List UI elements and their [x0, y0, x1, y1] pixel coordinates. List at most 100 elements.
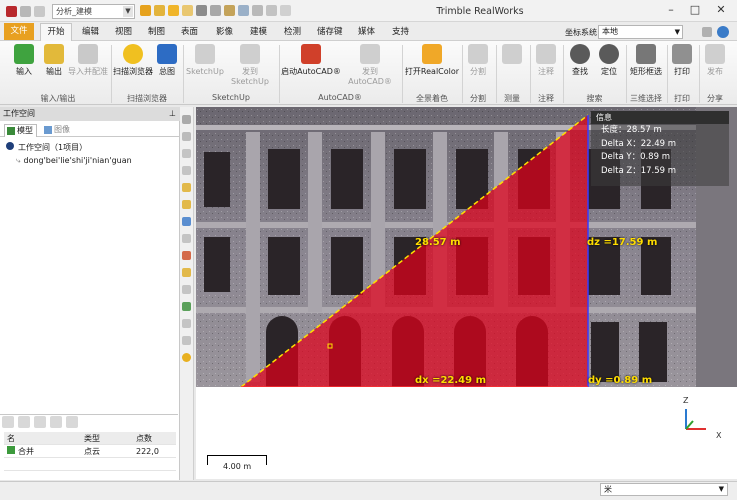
- sun-icon[interactable]: [182, 353, 191, 362]
- quick-workflow-select[interactable]: 分析_建模 ▼: [52, 4, 135, 19]
- import-register-button[interactable]: 导入并配准: [66, 44, 110, 77]
- scan-explorer-button[interactable]: 扫描浏览器: [113, 44, 153, 77]
- rectangle-select-button[interactable]: 矩形框选: [628, 44, 664, 77]
- project-icon: ⤷: [16, 156, 21, 165]
- find-label: 查找: [572, 67, 588, 76]
- settings-icon[interactable]: [66, 416, 78, 428]
- tab-file[interactable]: 文件: [4, 23, 34, 40]
- table-row[interactable]: 合并 点云 222,0: [4, 445, 176, 458]
- save-icon[interactable]: [196, 5, 207, 16]
- undo-icon[interactable]: [20, 5, 31, 17]
- tab-home[interactable]: 开始: [40, 23, 72, 42]
- measure-tool-icon[interactable]: [182, 319, 191, 328]
- cut-icon[interactable]: [238, 5, 249, 16]
- column: [246, 132, 260, 382]
- tab-inspection[interactable]: 检测: [284, 25, 301, 37]
- minimize-icon[interactable]: –: [660, 2, 682, 18]
- print-icon[interactable]: [224, 5, 235, 16]
- chevron-down-icon: ▼: [718, 485, 724, 493]
- help-icon[interactable]: [717, 26, 729, 38]
- publish-button[interactable]: 发布: [702, 44, 728, 77]
- group-separator: [626, 45, 627, 103]
- measure-button[interactable]: [498, 44, 526, 67]
- scan-explorer-icon: [123, 44, 143, 64]
- table-row[interactable]: [4, 458, 176, 471]
- annotation-button[interactable]: 注释: [532, 44, 560, 77]
- view-side-icon[interactable]: [182, 149, 191, 158]
- view-front-icon[interactable]: [182, 132, 191, 141]
- open-realcolor-button[interactable]: 打开RealColor: [404, 44, 460, 77]
- tab-media[interactable]: 媒体: [358, 25, 375, 37]
- dx-label: dx =22.49 m: [415, 375, 487, 386]
- tab-surface[interactable]: 表面: [181, 25, 198, 37]
- clip-icon[interactable]: [182, 285, 191, 294]
- dy-label: dy =0.89 m: [588, 375, 653, 386]
- send-to-sketchup-button[interactable]: 发到SketchUp: [224, 44, 276, 87]
- find-button[interactable]: 查找: [566, 44, 594, 77]
- view-top-icon[interactable]: [182, 166, 191, 175]
- tree-root[interactable]: 工作空间（1项目）: [6, 141, 132, 154]
- segment-button[interactable]: 分割: [464, 44, 492, 77]
- new-icon[interactable]: [140, 5, 151, 16]
- app-logo-icon[interactable]: [6, 5, 17, 17]
- open-icon[interactable]: [154, 5, 165, 16]
- recent-icon[interactable]: [182, 5, 193, 16]
- overview-button[interactable]: 总图: [154, 44, 180, 77]
- row-name: 合并: [18, 447, 34, 456]
- tab-view[interactable]: 视图: [115, 25, 132, 37]
- tab-storage[interactable]: 储存键: [317, 25, 343, 37]
- import-button[interactable]: 输入: [8, 44, 40, 77]
- coordinate-system-select[interactable]: 本地 ▼: [598, 25, 683, 39]
- folder-icon[interactable]: [168, 5, 179, 16]
- send-to-autocad-button[interactable]: 发到AutoCAD®: [341, 44, 399, 87]
- group-separator: [667, 45, 668, 103]
- view-menu-icon[interactable]: [50, 416, 62, 428]
- redo-icon[interactable]: [34, 5, 45, 17]
- group-label-print: 打印: [674, 94, 690, 103]
- up-arrow-icon[interactable]: [34, 416, 46, 428]
- group-label-panorama: 全景着色: [416, 94, 448, 103]
- tab-drafting[interactable]: 制图: [148, 25, 165, 37]
- locate-button[interactable]: 定位: [595, 44, 623, 77]
- import-label: 输入: [16, 67, 32, 76]
- tree-project[interactable]: ⤷ dong'bei'lie'shi'ji'nian'guan: [6, 154, 132, 167]
- light-icon[interactable]: [182, 268, 191, 277]
- zoom-icon[interactable]: [2, 416, 14, 428]
- print-button[interactable]: 打印: [669, 44, 695, 77]
- zoom-extent-icon[interactable]: [182, 183, 191, 192]
- chevron-down-icon[interactable]: ▼: [123, 6, 133, 17]
- length-label: 28.57 m: [415, 237, 461, 248]
- group-separator: [183, 45, 184, 103]
- tab-image[interactable]: 影像: [216, 25, 233, 37]
- paste-icon[interactable]: [266, 5, 277, 16]
- unit-select[interactable]: 米 ▼: [600, 483, 728, 496]
- tab-modeling[interactable]: 建模: [250, 25, 267, 37]
- pin-icon[interactable]: ⊥: [169, 107, 176, 121]
- tab-support[interactable]: 支持: [392, 25, 409, 37]
- workspace-tabs: 模型 图像: [0, 123, 180, 137]
- nav-icon[interactable]: [182, 115, 191, 124]
- pan-icon[interactable]: [182, 234, 191, 243]
- maximize-icon[interactable]: □: [684, 2, 706, 18]
- close-icon[interactable]: ✕: [710, 2, 732, 18]
- axis-z-label: Z: [683, 396, 689, 405]
- copy-icon[interactable]: [252, 5, 263, 16]
- save-as-icon[interactable]: [210, 5, 221, 16]
- rotate-icon[interactable]: [182, 217, 191, 226]
- color-mode-icon[interactable]: [182, 251, 191, 260]
- pick-icon[interactable]: [182, 336, 191, 345]
- window: [331, 149, 363, 209]
- launch-autocad-button[interactable]: 启动AutoCAD®: [281, 44, 341, 77]
- segment-icon: [468, 44, 488, 64]
- tab-edit[interactable]: 编辑: [82, 25, 99, 37]
- customize-icon[interactable]: [280, 5, 291, 16]
- layer-icon[interactable]: [182, 302, 191, 311]
- tab-image[interactable]: 图像: [42, 124, 73, 137]
- tool-icon[interactable]: [18, 416, 30, 428]
- sketchup-button[interactable]: SketchUp: [186, 44, 224, 77]
- tab-model[interactable]: 模型: [4, 124, 37, 137]
- workspace-title: 工作空间: [3, 109, 35, 118]
- zoom-in-icon[interactable]: [182, 200, 191, 209]
- minimize-ribbon-icon[interactable]: [702, 27, 712, 37]
- group-separator: [530, 45, 531, 103]
